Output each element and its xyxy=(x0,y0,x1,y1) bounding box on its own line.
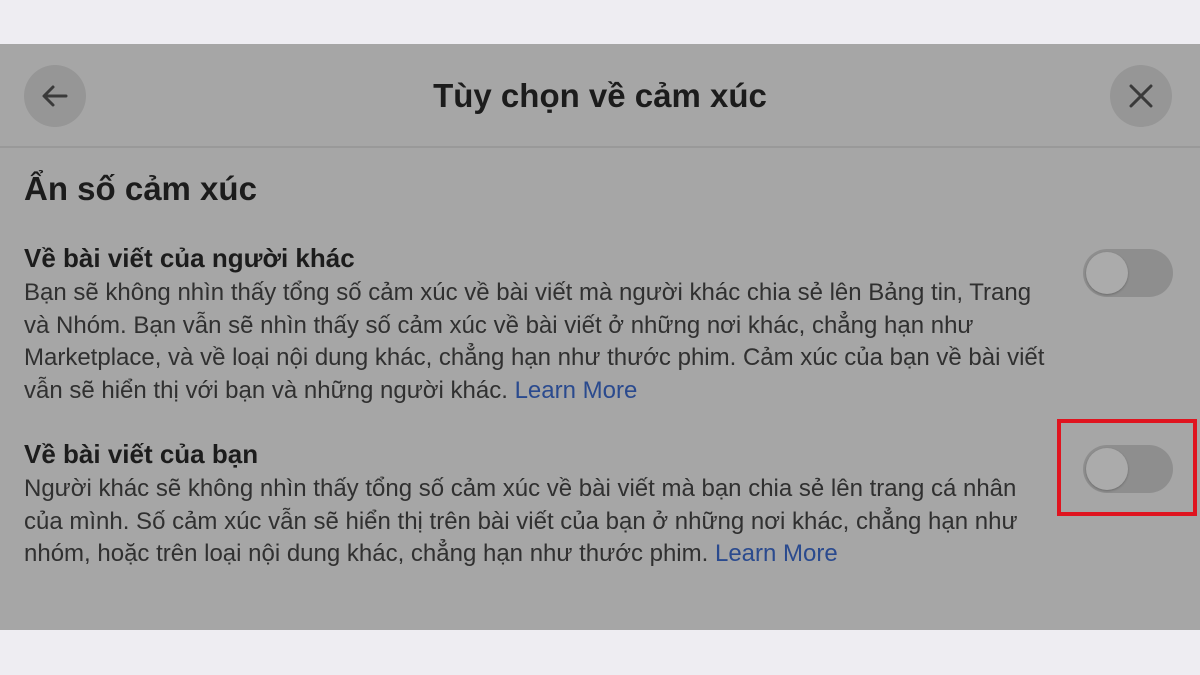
setting-others-posts: Về bài viết của người khác Bạn sẽ không … xyxy=(24,241,1054,407)
close-icon xyxy=(1129,84,1153,108)
toggle-knob xyxy=(1086,252,1128,294)
toggle-others-posts[interactable] xyxy=(1083,249,1173,297)
close-button[interactable] xyxy=(1110,65,1172,127)
setting-description: Bạn sẽ không nhìn thấy tổng số cảm xúc v… xyxy=(24,277,1054,407)
toggle-your-posts[interactable] xyxy=(1083,445,1173,493)
learn-more-link[interactable]: Learn More xyxy=(715,540,838,567)
setting-label: Về bài viết của người khác xyxy=(24,243,355,273)
setting-your-posts: Về bài viết của bạn Người khác sẽ không … xyxy=(24,437,1054,571)
setting-description-text: Người khác sẽ không nhìn thấy tổng số cả… xyxy=(24,475,1018,567)
toggle-knob xyxy=(1086,448,1128,490)
arrow-left-icon xyxy=(42,85,68,107)
learn-more-link[interactable]: Learn More xyxy=(515,377,638,404)
section-title-hide-reaction-counts: Ẩn số cảm xúc xyxy=(24,170,257,207)
back-button[interactable] xyxy=(24,65,86,127)
dialog-title: Tùy chọn về cảm xúc xyxy=(433,77,767,114)
setting-label: Về bài viết của bạn xyxy=(24,439,259,469)
reaction-preferences-dialog: Tùy chọn về cảm xúc Ẩn số cảm xúc Về bài… xyxy=(0,44,1200,630)
setting-description: Người khác sẽ không nhìn thấy tổng số cả… xyxy=(24,473,1054,571)
dialog-header: Tùy chọn về cảm xúc xyxy=(0,44,1200,148)
